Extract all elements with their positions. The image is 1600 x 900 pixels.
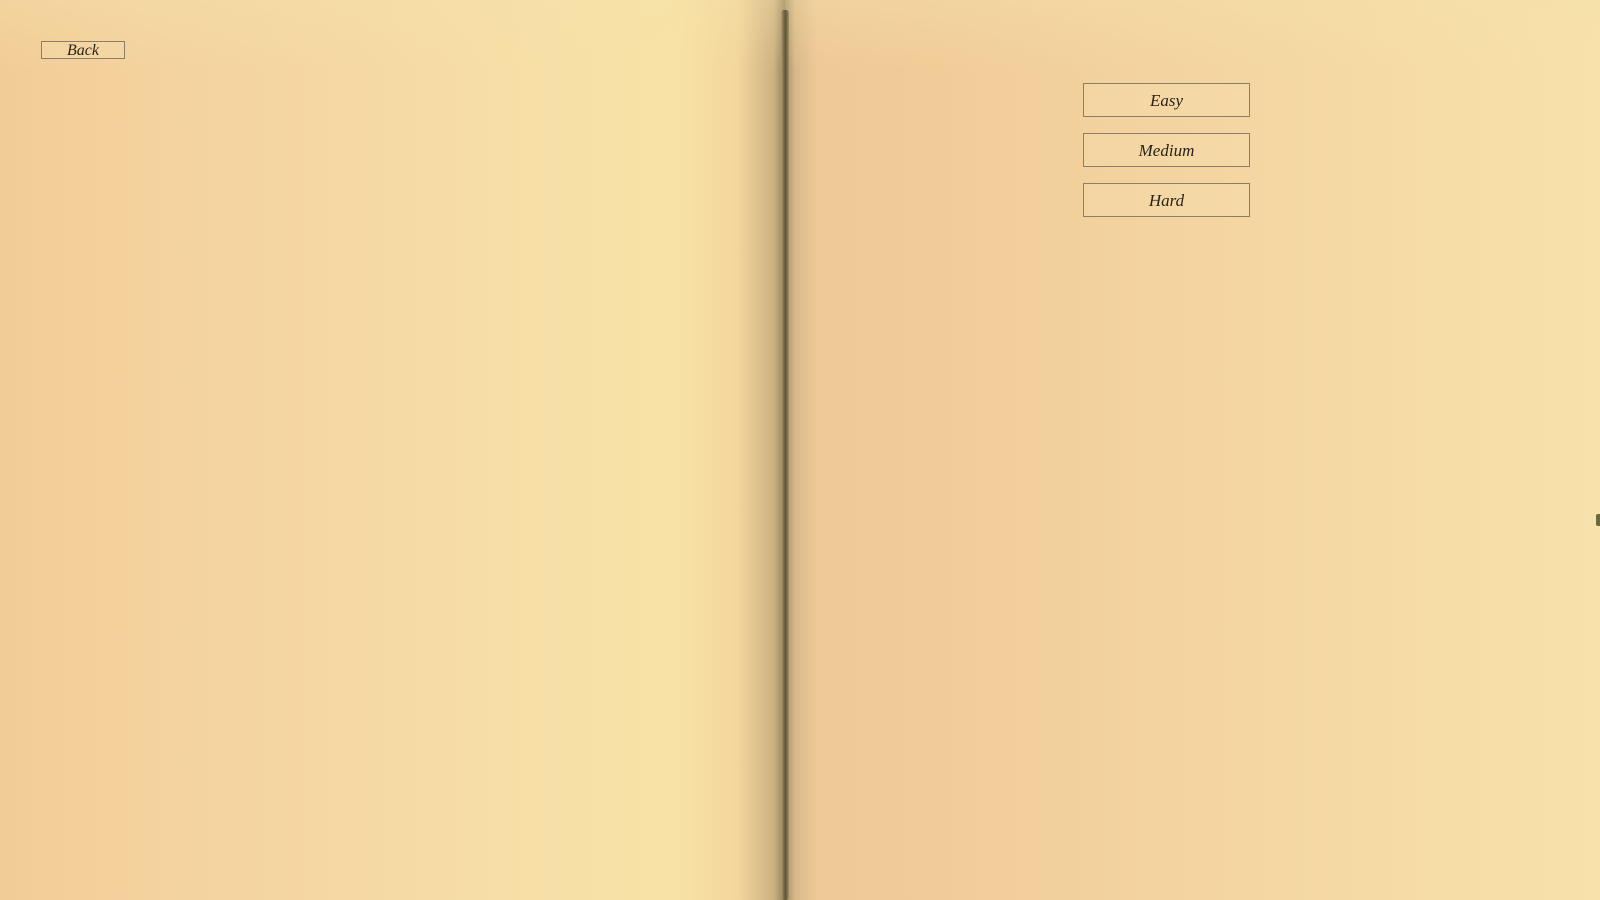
open-book: Back Easy Medium Hard — [0, 0, 1600, 900]
page-edge-notch — [1596, 514, 1600, 526]
hard-button[interactable]: Hard — [1083, 183, 1250, 217]
left-page — [0, 0, 785, 900]
book-spine — [781, 10, 789, 900]
back-button[interactable]: Back — [41, 41, 125, 59]
easy-button[interactable]: Easy — [1083, 83, 1250, 117]
medium-button[interactable]: Medium — [1083, 133, 1250, 167]
